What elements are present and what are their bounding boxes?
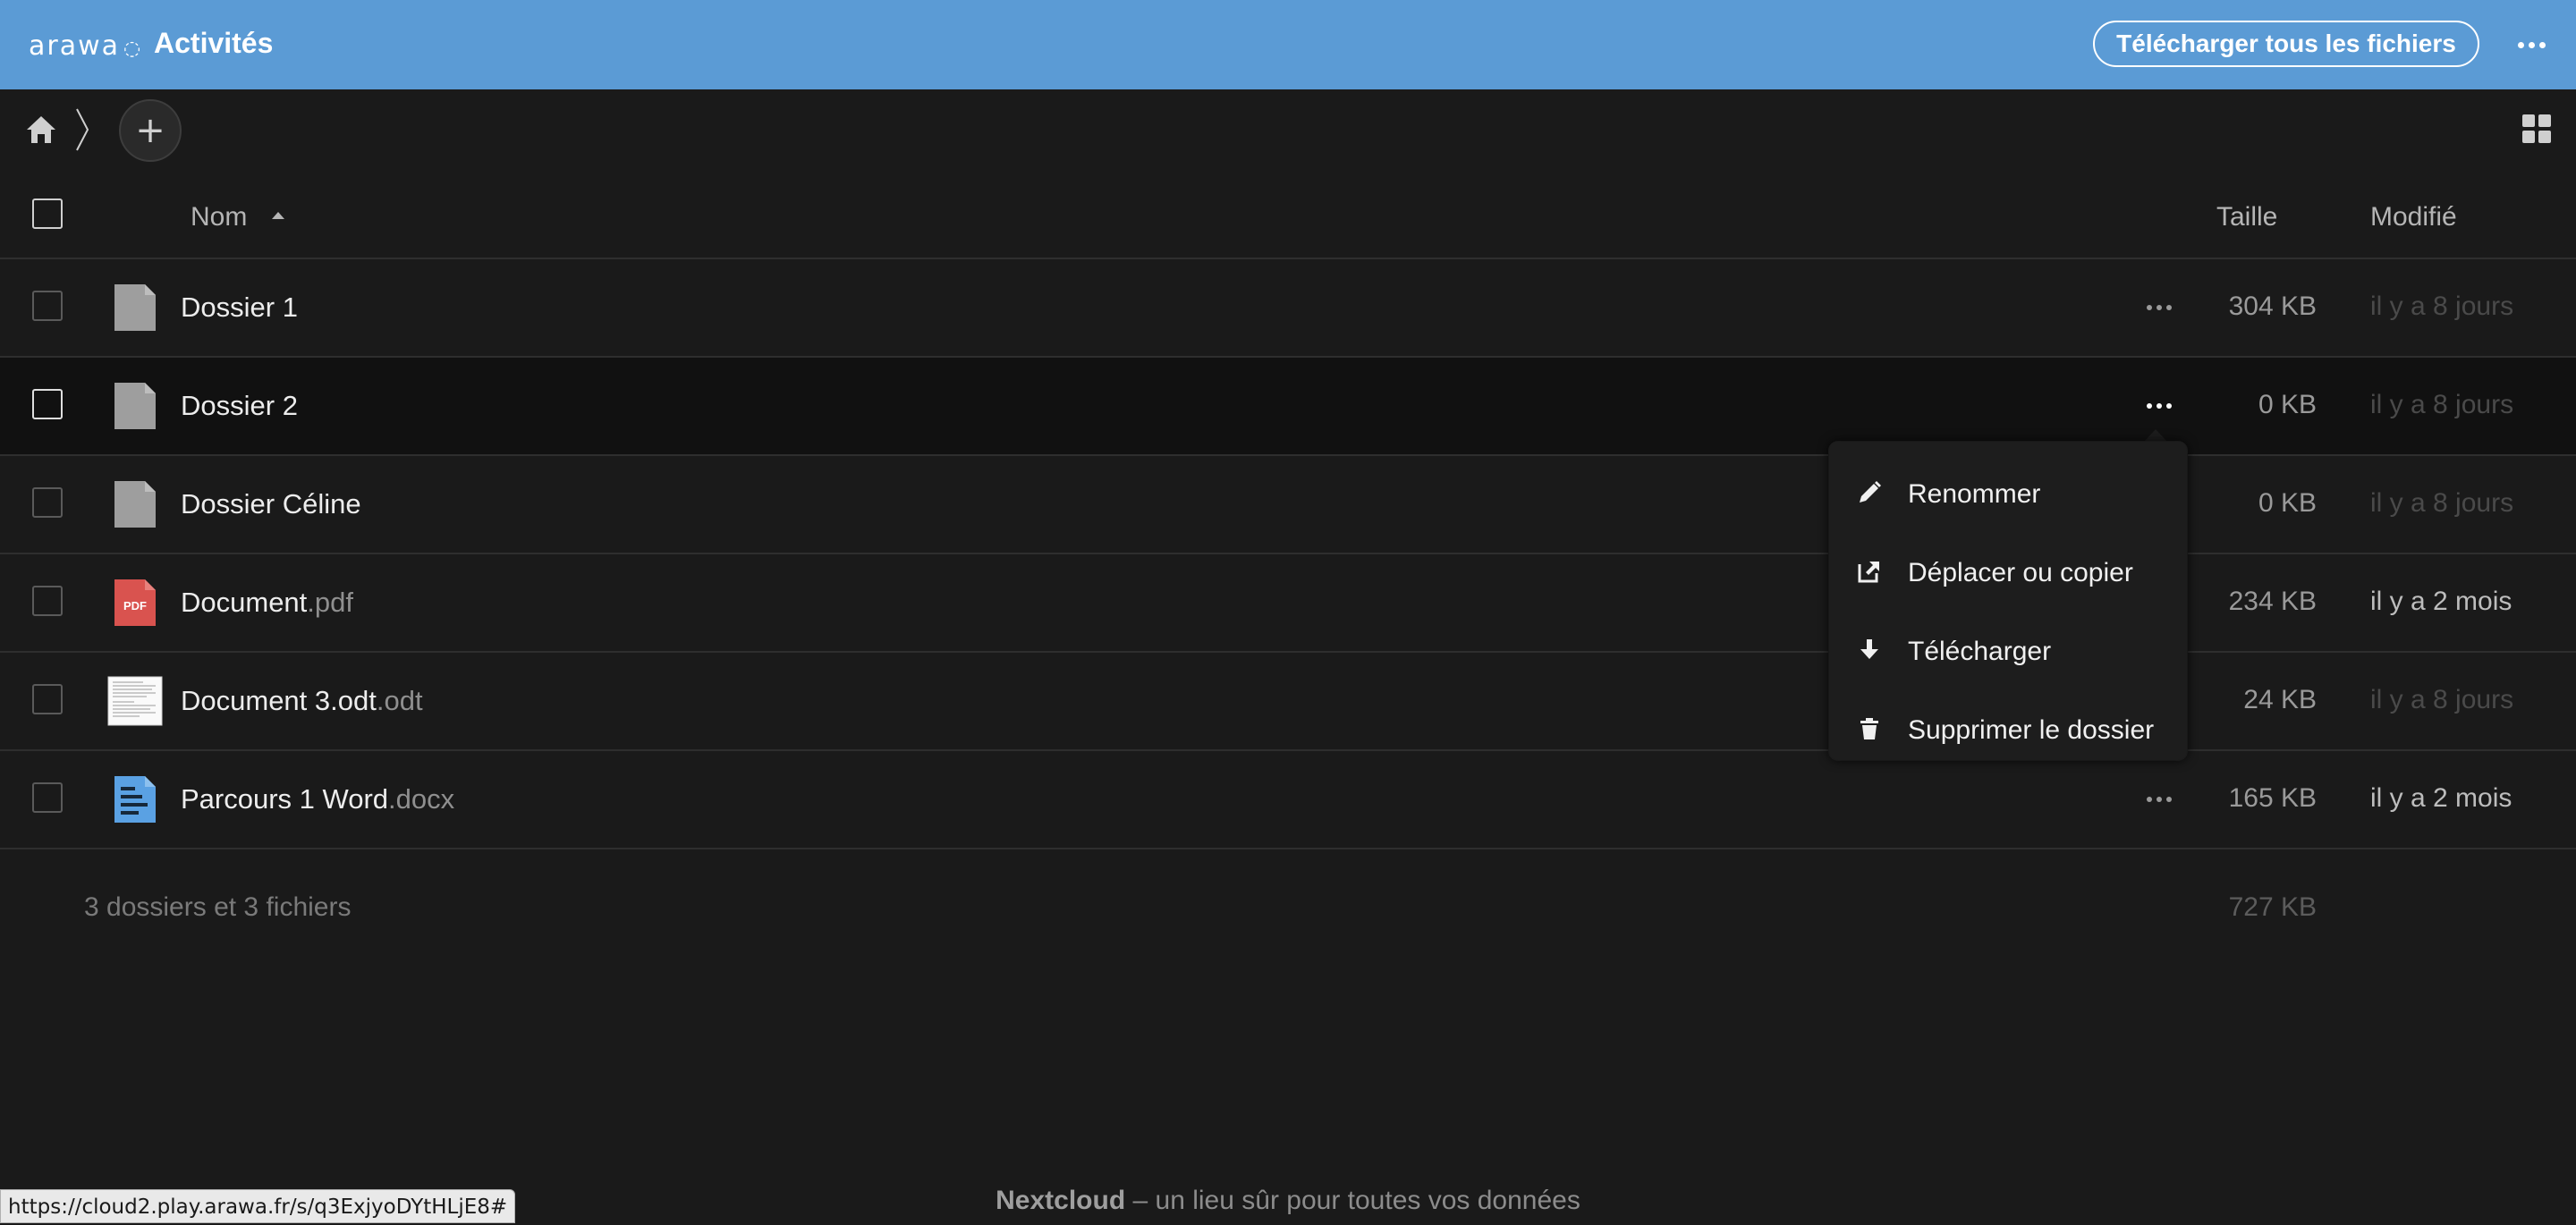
download-all-button[interactable]: Télécharger tous les fichiers (2093, 21, 2479, 67)
pdf-icon-label: PDF (123, 599, 147, 612)
file-modified: il y a 2 mois (2370, 587, 2512, 616)
row-checkbox[interactable] (32, 782, 63, 813)
row-actions-icon[interactable] (2141, 299, 2177, 317)
total-size: 727 KB (2228, 892, 2317, 922)
document-thumbnail-icon (107, 676, 163, 726)
file-size: 24 KB (2243, 685, 2317, 714)
column-header-name[interactable]: Nom (191, 202, 247, 232)
file-modified: il y a 2 mois (2370, 783, 2512, 813)
folder-icon (114, 284, 156, 331)
file-modified: il y a 8 jours (2370, 291, 2514, 321)
logo-text: arawa (29, 30, 121, 62)
row-checkbox[interactable] (32, 586, 63, 616)
breadcrumb-separator-icon (76, 108, 89, 151)
select-all-checkbox[interactable] (32, 199, 63, 229)
file-name[interactable]: Document.pdf (181, 587, 353, 619)
row-checkbox[interactable] (32, 487, 63, 518)
download-icon (1860, 639, 1878, 659)
grid-view-icon[interactable] (2522, 114, 2551, 143)
menu-item-download[interactable]: Télécharger (1829, 612, 2187, 690)
menu-pointer (2143, 429, 2168, 443)
menu-item-rename[interactable]: Renommer (1829, 454, 2187, 533)
row-actions-icon[interactable] (2141, 397, 2177, 415)
pencil-icon (1860, 481, 1881, 503)
menu-item-label: Télécharger (1908, 637, 2052, 666)
word-document-icon (114, 776, 156, 823)
arawa-logo[interactable]: arawa ◌ (29, 30, 142, 62)
file-modified: il y a 8 jours (2370, 390, 2514, 419)
file-name[interactable]: Dossier 1 (181, 291, 298, 324)
files-summary: 3 dossiers et 3 fichiers (84, 892, 352, 922)
table-row[interactable]: Dossier Céline 0 KB il y a 8 jours (0, 456, 2576, 554)
link-status-url: https://cloud2.play.arawa.fr/s/q3ExjyoDY… (0, 1189, 516, 1223)
row-checkbox[interactable] (32, 291, 63, 321)
menu-item-delete-folder[interactable]: Supprimer le dossier (1829, 690, 2187, 769)
file-modified: il y a 8 jours (2370, 488, 2514, 518)
file-size: 234 KB (2228, 587, 2317, 616)
file-size: 0 KB (2258, 488, 2317, 518)
new-file-button[interactable]: + (119, 99, 182, 162)
column-header-modified[interactable]: Modifié (2370, 202, 2457, 232)
menu-item-label: Supprimer le dossier (1908, 715, 2155, 745)
table-row[interactable]: Document 3.odt.odt 24 KB il y a 8 jours (0, 653, 2576, 751)
table-row[interactable]: Dossier 2 0 KB il y a 8 jours (0, 358, 2576, 456)
file-name[interactable]: Dossier Céline (181, 488, 361, 520)
header-more-icon[interactable] (2515, 25, 2547, 64)
pdf-icon: PDF (114, 579, 156, 626)
table-row[interactable]: Parcours 1 Word.docx 165 KB il y a 2 moi… (0, 751, 2576, 849)
column-header-size[interactable]: Taille (2216, 202, 2277, 232)
table-row[interactable]: Dossier 1 304 KB il y a 8 jours (0, 259, 2576, 358)
row-actions-icon[interactable] (2141, 790, 2177, 808)
logo-mark: ◌ (123, 38, 143, 60)
footer-tagline: – un lieu sûr pour toutes vos données (1125, 1186, 1580, 1215)
file-name[interactable]: Parcours 1 Word.docx (181, 783, 454, 815)
sort-ascending-icon (272, 212, 284, 219)
external-link-icon (1858, 562, 1879, 583)
folder-icon (114, 481, 156, 528)
footer-brand-link[interactable]: Nextcloud (996, 1186, 1125, 1215)
file-size: 0 KB (2258, 390, 2317, 419)
row-checkbox[interactable] (32, 389, 63, 419)
table-row[interactable]: PDF Document.pdf 234 KB il y a 2 mois (0, 554, 2576, 653)
file-size: 165 KB (2228, 783, 2317, 813)
header-bar: arawa ◌ Activités Télécharger tous les fi… (0, 0, 2576, 89)
table-header: Nom Taille Modifié (0, 179, 2576, 259)
file-modified: il y a 8 jours (2370, 685, 2514, 714)
row-checkbox[interactable] (32, 684, 63, 714)
menu-item-move-copy[interactable]: Déplacer ou copier (1829, 533, 2187, 612)
file-size: 304 KB (2228, 291, 2317, 321)
file-name[interactable]: Document 3.odt.odt (181, 685, 423, 717)
trash-icon (1860, 718, 1878, 739)
file-name[interactable]: Dossier 2 (181, 390, 298, 422)
menu-item-label: Déplacer ou copier (1908, 558, 2133, 587)
page-title: Activités (154, 27, 274, 59)
menu-item-label: Renommer (1908, 479, 2041, 509)
row-actions-menu: Renommer Déplacer ou copier Télécharger … (1829, 442, 2187, 760)
folder-icon (114, 383, 156, 429)
home-icon[interactable] (25, 114, 57, 145)
